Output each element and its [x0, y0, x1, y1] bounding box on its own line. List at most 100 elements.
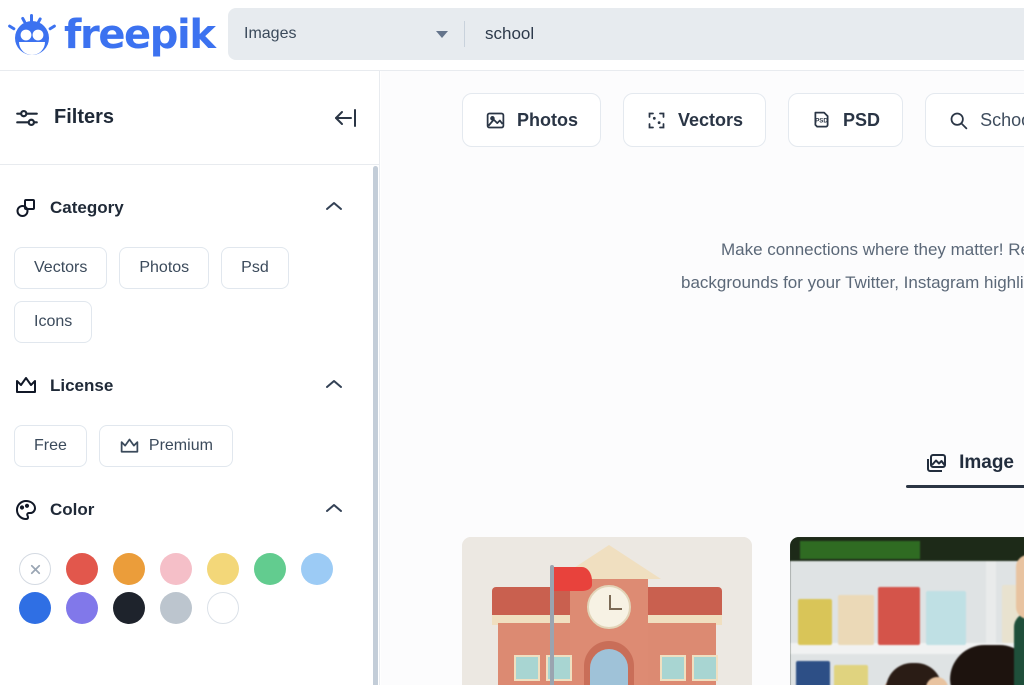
chevron-up-icon[interactable]: [325, 502, 343, 514]
swatch-white[interactable]: [207, 592, 239, 624]
category-section-header[interactable]: Category: [14, 191, 365, 225]
filters-header: Filters: [0, 71, 379, 165]
chip-photos[interactable]: Photos: [119, 247, 210, 289]
swatch-purple[interactable]: [66, 592, 98, 624]
category-chip-row: Vectors Photos Psd Icons: [14, 247, 365, 343]
brand-logo[interactable]: freepik: [0, 12, 216, 58]
swatch-orange[interactable]: [113, 553, 145, 585]
svg-text:PSD: PSD: [815, 117, 828, 124]
crown-icon: [120, 438, 139, 453]
tab-label: Photos: [517, 109, 578, 130]
freepik-robot-logo-icon: [8, 14, 56, 55]
swatch-pink[interactable]: [160, 553, 192, 585]
collapse-left-icon: [335, 108, 356, 127]
result-card-school-building-illustration[interactable]: [462, 537, 752, 685]
swatch-red[interactable]: [66, 553, 98, 585]
main-content: Photos Vectors PSD PSD Scho Make connect…: [381, 71, 1024, 685]
tab-label: PSD: [843, 109, 881, 130]
photo-shelf-upright: [986, 561, 996, 643]
swatch-yellow[interactable]: [207, 553, 239, 585]
tab-school-building-suggestion[interactable]: School b: [925, 93, 1024, 147]
psd-file-icon: PSD: [814, 111, 829, 127]
chevron-up-icon[interactable]: [325, 200, 343, 212]
tab-label: School b: [980, 109, 1024, 130]
photo-content: [790, 537, 1024, 685]
swatch-green[interactable]: [254, 553, 286, 585]
asset-type-label: Images: [244, 25, 297, 42]
subtab-label: Image: [959, 452, 1014, 473]
chip-label: Vectors: [34, 259, 88, 276]
nodes-icon: [648, 112, 665, 128]
collapse-sidebar-button[interactable]: [333, 107, 359, 129]
tab-label: Vectors: [678, 109, 744, 130]
swatch-clear[interactable]: [19, 553, 51, 585]
chip-vectors[interactable]: Vectors: [14, 247, 108, 289]
chip-label: Premium: [148, 437, 213, 454]
swatch-blue[interactable]: [19, 592, 51, 624]
chip-psd[interactable]: Psd: [221, 247, 289, 289]
color-section-header[interactable]: Color: [14, 493, 365, 527]
category-title: Category: [50, 198, 124, 217]
photo-book: [798, 599, 832, 645]
image-icon: [486, 112, 505, 128]
crown-icon: [16, 377, 36, 393]
chip-free[interactable]: Free: [14, 425, 87, 467]
promo-text: Make connections where they matter! Reac…: [381, 233, 1024, 299]
filter-section-color: Color: [0, 467, 379, 624]
sidebar-scrollbar-thumb[interactable]: [373, 166, 378, 685]
search-icon: [950, 112, 968, 129]
photo-book: [796, 661, 830, 685]
photo-raised-hand: [1016, 555, 1024, 619]
photo-green-decor: [800, 541, 920, 559]
images-stack-icon: [927, 454, 947, 472]
school-clock-face: [587, 585, 631, 629]
promo-line-1: Make connections where they matter! Reac…: [721, 240, 1024, 259]
brand-name: freepik: [64, 12, 216, 58]
subtab-image[interactable]: Image: [906, 451, 1024, 488]
chevron-up-icon[interactable]: [325, 378, 343, 390]
search-input[interactable]: [465, 8, 1024, 60]
swatch-light-blue[interactable]: [301, 553, 333, 585]
school-door-glass: [590, 649, 628, 685]
result-card-classroom-children-photo[interactable]: [790, 537, 1024, 685]
photo-book: [834, 665, 868, 685]
school-red-flag: [554, 567, 592, 591]
school-window: [660, 655, 686, 681]
promo-line-2: backgrounds for your Twitter, Instagram …: [681, 273, 1024, 292]
swatch-black[interactable]: [113, 592, 145, 624]
chip-icons[interactable]: Icons: [14, 301, 93, 343]
freepik-search-page: freepik Images Filters: [0, 0, 1024, 685]
tab-vectors[interactable]: Vectors: [623, 93, 767, 147]
results-grid: [462, 537, 1024, 685]
chip-label: Free: [34, 437, 67, 454]
palette-icon: [16, 499, 37, 521]
photo-book: [926, 591, 966, 645]
shapes-icon: [16, 199, 35, 217]
chip-premium[interactable]: Premium: [98, 425, 233, 467]
asset-type-select[interactable]: Images: [228, 8, 464, 60]
sliders-icon: [16, 109, 38, 126]
school-window: [692, 655, 718, 681]
color-swatch-grid: [19, 553, 365, 624]
filters-title: Filters: [54, 106, 115, 128]
result-subtabs: Image: [381, 451, 1024, 488]
close-icon: [30, 564, 40, 574]
tab-psd[interactable]: PSD PSD: [788, 93, 904, 147]
school-window: [514, 655, 540, 681]
chip-label: Photos: [139, 259, 190, 276]
filter-section-category: Category Vectors Photos Psd Icons: [0, 165, 379, 343]
chevron-down-icon: [436, 31, 448, 38]
filters-sidebar: Filters Category Vectors Photos Psd Icon…: [0, 71, 380, 685]
color-title: Color: [50, 500, 95, 519]
license-chip-row: Free Premium: [14, 425, 365, 467]
license-title: License: [50, 376, 114, 395]
content-type-tabs: Photos Vectors PSD PSD Scho: [381, 71, 1024, 147]
photo-raised-arm: [1014, 613, 1024, 685]
license-section-header[interactable]: License: [14, 369, 365, 403]
photo-book: [878, 587, 920, 645]
chip-label: Icons: [34, 313, 73, 330]
swatch-gray[interactable]: [160, 592, 192, 624]
tab-photos[interactable]: Photos: [462, 93, 601, 147]
filter-section-license: License Free Premium: [0, 343, 379, 467]
search-bar[interactable]: Images: [228, 8, 1024, 60]
